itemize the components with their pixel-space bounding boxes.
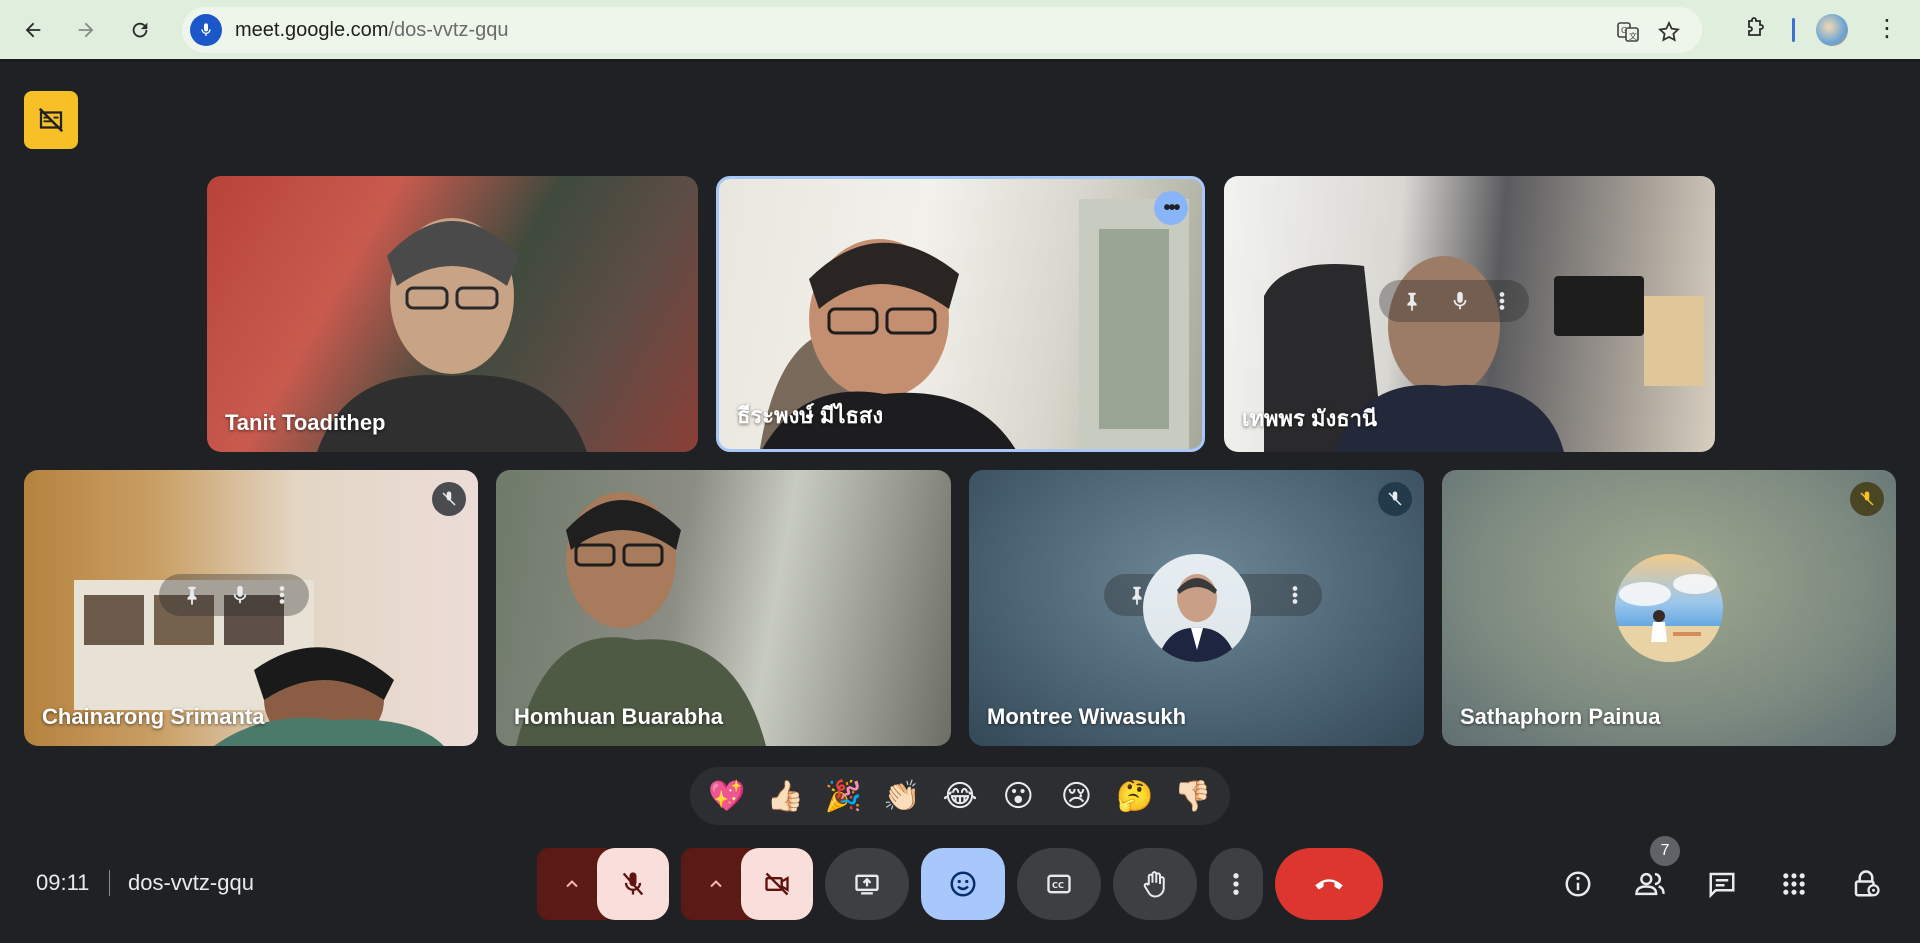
participant-tile[interactable]: Chainarong Srimanta	[24, 470, 478, 746]
url-text[interactable]: meet.google.com/dos-vvtz-gqu	[235, 19, 508, 42]
pin-icon[interactable]	[181, 582, 203, 608]
more-options-icon[interactable]	[277, 582, 287, 608]
present-screen-icon	[855, 874, 879, 895]
visual-effects-off-icon[interactable]	[24, 91, 78, 149]
participant-tile[interactable]: Montree Wiwasukh	[969, 470, 1424, 746]
participant-name: ธีระพงษ์ มีไธสง	[737, 403, 884, 428]
participant-tile-active[interactable]: ••• ธีระพงษ์ มีไธสง	[716, 176, 1205, 452]
participant-tile[interactable]: Sathaphorn Painua	[1442, 470, 1896, 746]
meeting-details-icon[interactable]	[1556, 862, 1600, 906]
camera-toggle-button[interactable]	[741, 848, 813, 920]
meeting-clock: 09:11	[36, 870, 90, 895]
reactions-bar: 💖 👍🏻 🎉 👏🏻 😂 😮 😢 🤔 👎🏻	[690, 767, 1230, 825]
extensions-puzzle-icon[interactable]	[1740, 14, 1770, 44]
muted-mic-icon	[432, 482, 466, 516]
participant-tile[interactable]: เทพพร มังธานี	[1224, 176, 1715, 452]
present-screen-button[interactable]	[825, 848, 909, 920]
url-path: /dos-vvtz-gqu	[388, 19, 509, 41]
more-options-icon[interactable]	[1290, 582, 1300, 608]
toolbar-divider	[1792, 18, 1795, 42]
participant-name: Chainarong Srimanta	[42, 704, 265, 729]
microphone-icon[interactable]	[190, 14, 222, 46]
reactions-button[interactable]	[921, 848, 1005, 920]
reaction-party-popper[interactable]: 🎉	[820, 779, 868, 814]
closed-captions-icon: CC	[1047, 874, 1071, 894]
pin-icon[interactable]	[1401, 288, 1423, 314]
more-options-icon	[1233, 873, 1239, 895]
participant-tile[interactable]: Homhuan Buarabha	[496, 470, 951, 746]
tile-hover-controls	[1379, 280, 1529, 322]
reload-icon[interactable]	[122, 12, 158, 48]
meeting-code: dos-vvtz-gqu	[128, 870, 254, 895]
reaction-thumbs-up[interactable]: 👍🏻	[761, 779, 809, 814]
mic-off-icon	[622, 872, 644, 896]
people-icon[interactable]	[1628, 862, 1672, 906]
url-domain: meet.google.com	[235, 19, 389, 41]
participant-name: Homhuan Buarabha	[514, 704, 724, 729]
tile-hover-controls	[159, 574, 309, 616]
svg-text:文: 文	[1629, 31, 1637, 41]
avatar	[1142, 554, 1251, 662]
raise-hand-button[interactable]	[1113, 848, 1197, 920]
profile-avatar[interactable]	[1816, 14, 1848, 46]
footer-divider	[109, 870, 110, 896]
address-bar[interactable]: meet.google.com/dos-vvtz-gqu 文G	[182, 7, 1702, 53]
chevron-up-icon	[710, 880, 722, 888]
reaction-laughing[interactable]: 😂	[936, 779, 984, 814]
avatar	[1615, 554, 1723, 662]
participant-name: เทพพร มังธานี	[1242, 406, 1378, 431]
reaction-thinking[interactable]: 🤔	[1111, 779, 1159, 814]
captions-button[interactable]: CC	[1017, 848, 1101, 920]
svg-text:G: G	[1621, 26, 1627, 35]
translate-icon[interactable]: 文G	[1615, 19, 1641, 45]
back-arrow-icon[interactable]	[15, 12, 51, 48]
more-options-icon[interactable]	[1497, 288, 1507, 314]
participant-name: Sathaphorn Painua	[1460, 704, 1661, 729]
microphone-icon[interactable]	[1449, 288, 1471, 314]
chevron-up-icon	[566, 880, 578, 888]
microphone-icon[interactable]	[229, 582, 251, 608]
muted-mic-icon	[1850, 482, 1884, 516]
more-options-button[interactable]	[1209, 848, 1263, 920]
emoji-icon	[950, 871, 976, 897]
svg-text:CC: CC	[1052, 880, 1064, 890]
microphone-toggle-button[interactable]	[597, 848, 669, 920]
bookmark-star-icon[interactable]	[1656, 19, 1682, 45]
host-controls-lock-icon[interactable]	[1844, 862, 1888, 906]
raise-hand-icon	[1143, 871, 1165, 898]
activities-grid-icon[interactable]	[1772, 862, 1816, 906]
camera-off-icon	[765, 872, 789, 896]
participant-count-badge: 7	[1650, 836, 1680, 866]
participant-tile[interactable]: Tanit Toadithep	[207, 176, 698, 452]
leave-call-button[interactable]	[1275, 848, 1383, 920]
reaction-sparkling-heart[interactable]: 💖	[703, 779, 751, 814]
participant-name: Montree Wiwasukh	[987, 704, 1187, 729]
forward-arrow-icon[interactable]	[68, 12, 104, 48]
end-call-icon	[1315, 879, 1343, 890]
reaction-thumbs-down[interactable]: 👎🏻	[1169, 779, 1217, 814]
muted-mic-icon	[1378, 482, 1412, 516]
tile-more-options-icon[interactable]: •••	[1154, 191, 1188, 225]
reaction-surprised[interactable]: 😮	[994, 779, 1042, 814]
browser-menu-icon[interactable]: ⋮	[1872, 14, 1902, 46]
chat-icon[interactable]	[1700, 862, 1744, 906]
browser-toolbar: meet.google.com/dos-vvtz-gqu 文G ⋮	[0, 0, 1920, 62]
reaction-crying[interactable]: 😢	[1052, 779, 1100, 814]
meet-stage: Tanit Toadithep ••• ธีระพงษ์ มีไธสง เทพพ…	[0, 65, 1920, 943]
reaction-clapping[interactable]: 👏🏻	[878, 779, 926, 814]
participant-name: Tanit Toadithep	[225, 410, 386, 435]
